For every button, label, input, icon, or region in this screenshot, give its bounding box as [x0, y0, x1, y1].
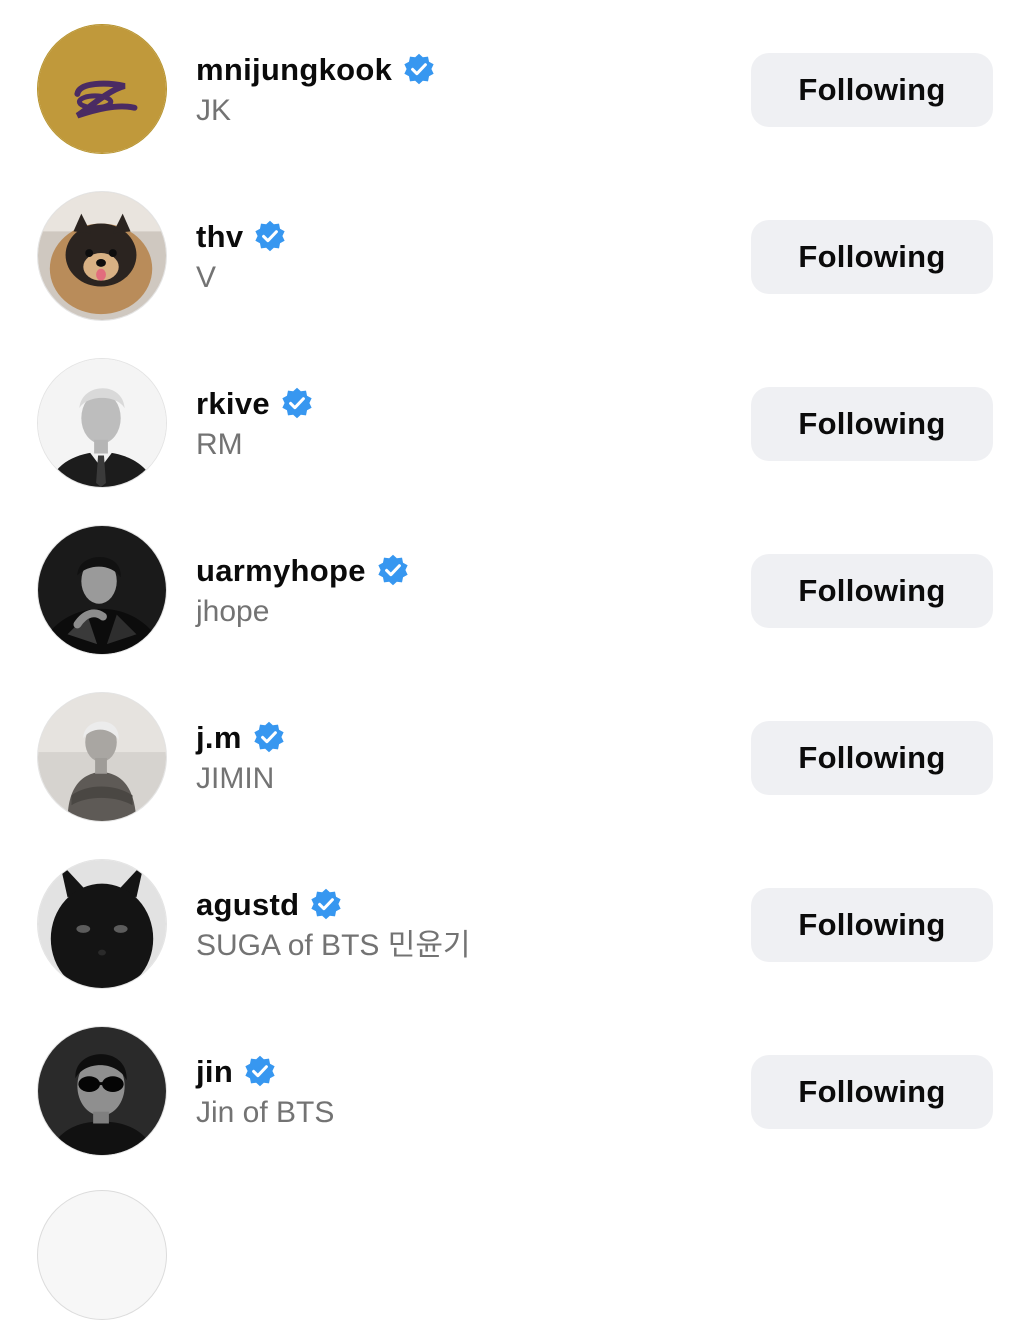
username[interactable]: jin: [196, 1056, 233, 1087]
profile-avatar[interactable]: [37, 358, 167, 488]
username[interactable]: rkive: [196, 388, 270, 419]
following-button[interactable]: Following: [751, 1055, 993, 1129]
verified-badge-icon: [253, 219, 287, 253]
full-name: jhope: [196, 595, 270, 628]
sweater-portrait-avatar-icon: [38, 693, 166, 821]
following-row[interactable]: jin Jin of BTS Following: [0, 1002, 1021, 1169]
username[interactable]: mnijungkook: [196, 54, 392, 85]
username[interactable]: agustd: [196, 889, 299, 920]
username[interactable]: uarmyhope: [196, 555, 366, 586]
verified-badge-icon: [280, 386, 314, 420]
full-name: JIMIN: [196, 762, 275, 795]
following-button[interactable]: Following: [751, 721, 993, 795]
username-group[interactable]: j.m: [196, 714, 286, 760]
full-name: SUGA of BTS 민윤기: [196, 929, 471, 962]
username-group[interactable]: rkive: [196, 380, 314, 426]
profile-avatar[interactable]: [37, 24, 167, 154]
username-group[interactable]: agustd: [196, 881, 343, 927]
following-button[interactable]: Following: [751, 387, 993, 461]
profile-avatar[interactable]: [37, 692, 167, 822]
profile-avatar[interactable]: [37, 1026, 167, 1156]
verified-badge-icon: [309, 887, 343, 921]
gold-logo-avatar-icon: [38, 25, 166, 153]
full-name: V: [196, 261, 217, 294]
suit-portrait-avatar-icon: [38, 359, 166, 487]
following-button[interactable]: Following: [751, 220, 993, 294]
following-row[interactable]: agustd SUGA of BTS 민윤기 Following: [0, 835, 1021, 1002]
leather-jacket-portrait-avatar-icon: [38, 526, 166, 654]
username-group[interactable]: uarmyhope: [196, 547, 410, 593]
username[interactable]: thv: [196, 221, 243, 252]
following-row[interactable]: rkive RM Following: [0, 334, 1021, 501]
next-profile-avatar[interactable]: [37, 1190, 167, 1320]
verified-badge-icon: [402, 52, 436, 86]
sunglasses-portrait-avatar-icon: [38, 1027, 166, 1155]
black-cat-avatar-icon: [38, 860, 166, 988]
profile-avatar[interactable]: [37, 525, 167, 655]
following-row[interactable]: j.m JIMIN Following: [0, 668, 1021, 835]
following-button[interactable]: Following: [751, 53, 993, 127]
following-button[interactable]: Following: [751, 888, 993, 962]
following-row[interactable]: uarmyhope jhope Following: [0, 501, 1021, 668]
full-name: Jin of BTS: [196, 1096, 335, 1129]
profile-avatar[interactable]: [37, 191, 167, 321]
following-button[interactable]: Following: [751, 554, 993, 628]
username[interactable]: j.m: [196, 722, 242, 753]
verified-badge-icon: [376, 553, 410, 587]
username-group[interactable]: thv: [196, 213, 287, 259]
full-name: RM: [196, 428, 243, 461]
username-group[interactable]: jin: [196, 1048, 277, 1094]
following-row[interactable]: thv V Following: [0, 167, 1021, 334]
full-name: JK: [196, 94, 232, 127]
profile-avatar[interactable]: [37, 859, 167, 989]
verified-badge-icon: [252, 720, 286, 754]
verified-badge-icon: [243, 1054, 277, 1088]
pomeranian-dog-avatar-icon: [38, 192, 166, 320]
following-row[interactable]: mnijungkook JK Following: [0, 0, 1021, 167]
username-group[interactable]: mnijungkook: [196, 46, 436, 92]
